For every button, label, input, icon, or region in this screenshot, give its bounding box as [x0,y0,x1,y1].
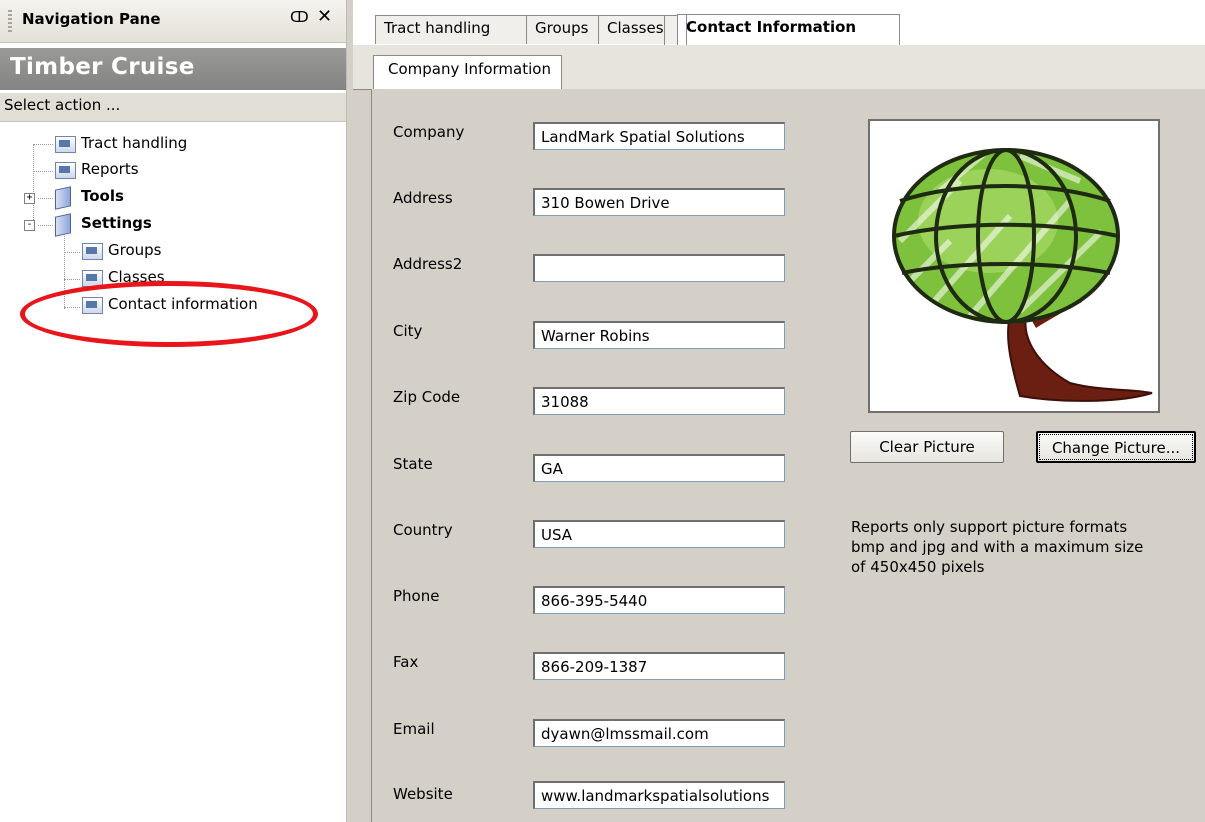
collapse-icon[interactable]: - [24,220,35,231]
close-icon[interactable]: ✕ [317,6,332,27]
expand-icon[interactable]: + [24,193,35,204]
zip-code-label: Zip Code [393,388,461,406]
select-action-label: Select action ... [4,96,121,114]
state-field[interactable]: GA [533,454,785,482]
country-label: Country [393,521,453,539]
page-icon [55,136,76,153]
page-icon [82,243,103,260]
phone-field[interactable]: 866-395-5440 [533,586,785,614]
tree-connector [33,144,53,145]
app-title: Timber Cruise [10,54,195,80]
tab-contact-information[interactable]: Contact Information [677,14,900,45]
folder-icon [55,186,71,210]
tree-item-label: Tract handling [81,134,188,152]
tab-company-information[interactable]: Company Information [373,55,562,89]
address-label: Address [393,189,453,207]
navigation-pane: Navigation Pane ↀ ✕ Timber Cruise Select… [0,0,346,822]
grip-handle-icon[interactable] [8,10,12,32]
tree-item-label: Reports [81,160,139,178]
tree-item-label: Tools [81,187,124,205]
navigation-pane-title: Navigation Pane [22,10,161,28]
sub-tabstrip: Company Information [353,45,1205,90]
highlight-annotation [20,281,318,347]
tab-groups[interactable]: Groups [526,15,599,44]
tree-connector [38,198,53,199]
country-field[interactable]: USA [533,520,785,548]
navigation-pane-header: Navigation Pane ↀ ✕ [0,0,346,43]
website-field[interactable]: www.landmarkspatialsolutions [533,781,785,809]
zip-code-field[interactable]: 31088 [533,387,785,415]
company-label: Company [393,123,465,141]
website-label: Website [393,785,453,803]
email-field[interactable]: dyawn@lmssmail.com [533,719,785,747]
company-picture-frame [868,119,1160,413]
city-field[interactable]: Warner Robins [533,321,785,349]
phone-label: Phone [393,587,440,605]
main-tabstrip: Tract handling Groups Classes Contact In… [353,0,1205,46]
tree-globe-logo [892,146,1153,402]
tree-item-label: Settings [81,214,152,232]
app-title-bar: Timber Cruise [0,48,346,90]
pin-icon[interactable]: ↀ [290,8,309,26]
email-label: Email [393,720,435,738]
folder-icon [55,213,71,237]
page-icon [55,162,76,179]
tree-connector [64,279,80,280]
tab-tract-handling[interactable]: Tract handling [375,15,527,44]
clear-picture-button[interactable]: Clear Picture [850,431,1004,463]
tree-item-label: Groups [108,241,162,259]
company-information-panel: Company Address Address2 City Zip Code S… [371,89,1205,822]
main-area: Tract handling Groups Classes Contact In… [353,0,1205,822]
fax-field[interactable]: 866-209-1387 [533,652,785,680]
fax-label: Fax [393,653,419,671]
tree-connector [33,144,34,226]
address2-label: Address2 [393,255,463,273]
tree-connector [38,225,53,226]
picture-format-note: Reports only support picture formats bmp… [851,518,1144,576]
address-field[interactable]: 310 Bowen Drive [533,188,785,216]
tree-connector [64,252,80,253]
state-label: State [393,455,433,473]
company-field[interactable]: LandMark Spatial Solutions [533,122,785,150]
navigation-tree: Tract handling Reports + Tools - Setting… [0,121,346,421]
city-label: City [393,322,423,340]
tree-connector [33,171,53,172]
change-picture-button[interactable]: Change Picture... [1036,431,1196,463]
address2-field[interactable] [533,254,785,282]
tab-classes[interactable]: Classes [598,15,678,46]
select-action-bar: Select action ... [0,93,346,122]
